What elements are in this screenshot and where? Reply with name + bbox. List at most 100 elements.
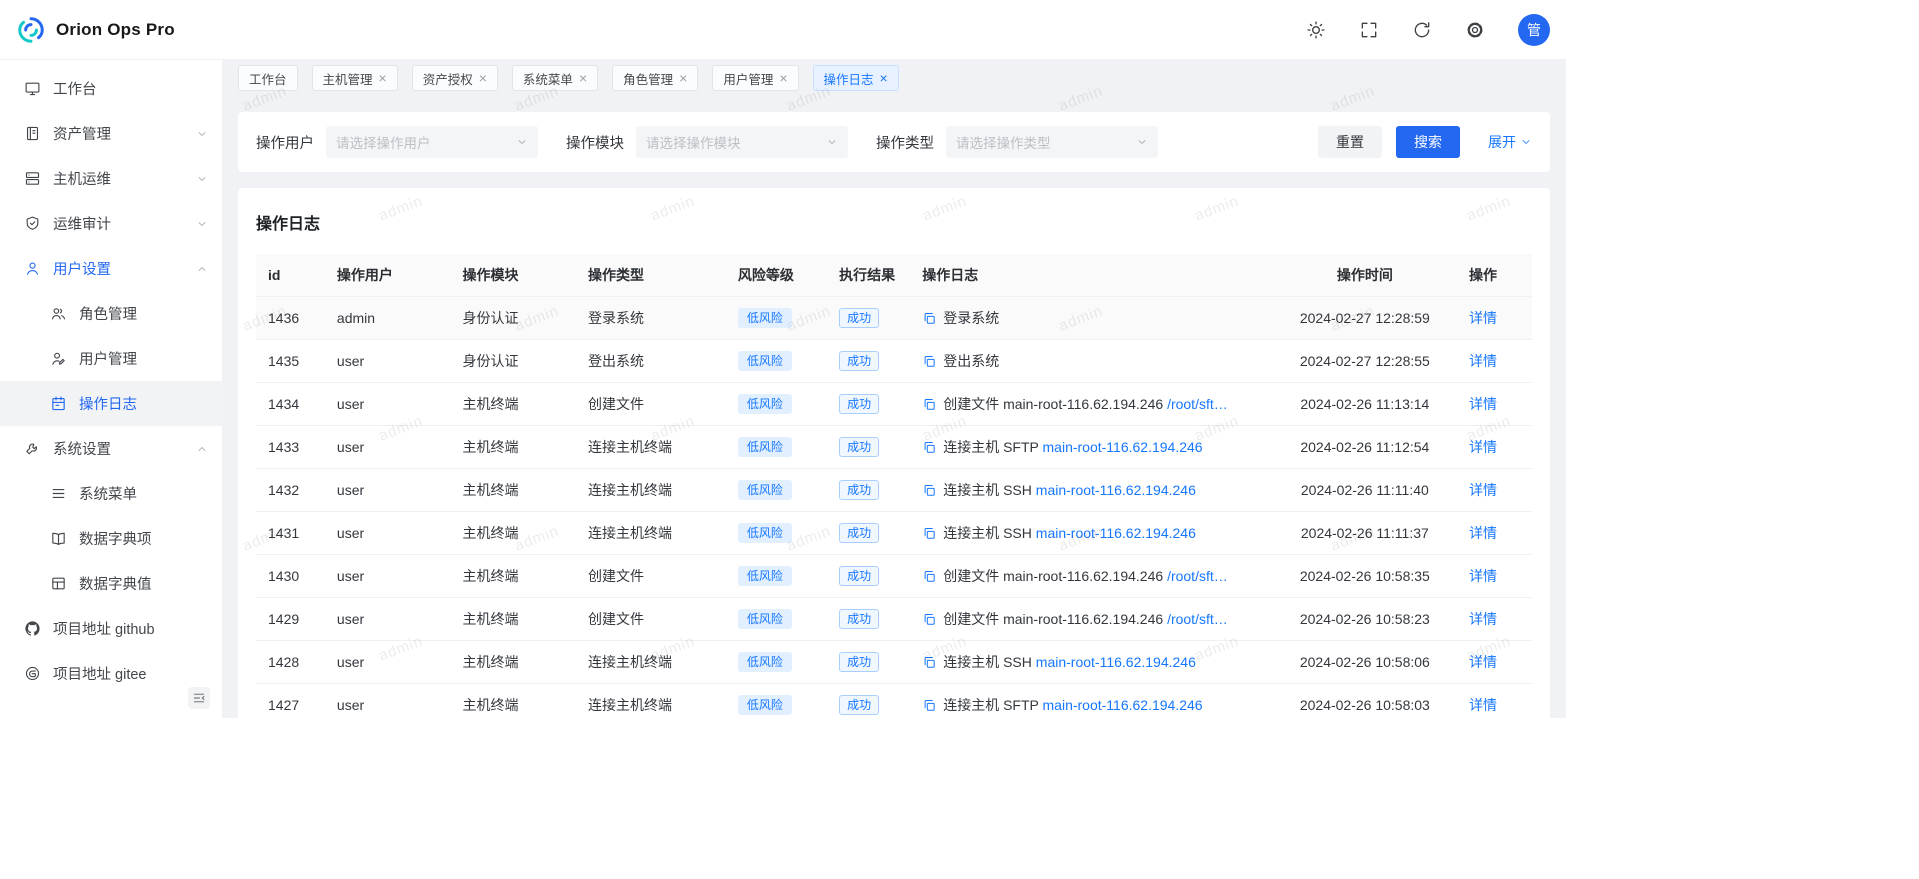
sidebar-item-system-settings[interactable]: 系统设置 — [0, 426, 222, 471]
main-content: 工作台 主机管理 资产授权 系统菜单 角色管理 用户管理 操作日志 操 — [222, 60, 1566, 718]
search-button[interactable]: 搜索 — [1396, 126, 1460, 158]
menu-lines-icon — [50, 485, 67, 502]
copy-icon[interactable] — [922, 354, 937, 369]
fullscreen-icon[interactable] — [1359, 20, 1379, 40]
detail-link[interactable]: 详情 — [1469, 310, 1497, 326]
table-header-row: id 操作用户 操作模块 操作类型 风险等级 执行结果 操作日志 操作时间 操作 — [256, 254, 1532, 297]
log-link[interactable]: /root/sft… — [1167, 611, 1228, 627]
cell-type: 连接主机终端 — [580, 684, 730, 719]
expand-toggle[interactable]: 展开 — [1488, 132, 1532, 152]
sidebar-item-role-management[interactable]: 角色管理 — [0, 291, 222, 336]
tab-system-menu[interactable]: 系统菜单 — [512, 65, 598, 91]
github-icon — [24, 620, 41, 637]
tab-role-management[interactable]: 角色管理 — [612, 65, 698, 91]
tab-workbench[interactable]: 工作台 — [238, 65, 298, 91]
cell-result: 成功 — [831, 383, 914, 426]
sidebar-item-asset-management[interactable]: 资产管理 — [0, 111, 222, 156]
risk-badge: 低风险 — [738, 523, 792, 543]
copy-icon[interactable] — [922, 526, 937, 541]
cell-log: 登出系统 — [914, 340, 1268, 383]
log-link[interactable]: main-root-116.62.194.246 — [1043, 697, 1203, 713]
cell-id: 1429 — [256, 598, 329, 641]
tab-close-icon[interactable] — [679, 71, 687, 86]
detail-link[interactable]: 详情 — [1469, 353, 1497, 369]
sidebar-item-operation-log[interactable]: 操作日志 — [0, 381, 222, 426]
refresh-icon[interactable] — [1412, 20, 1432, 40]
log-link[interactable]: /root/sft… — [1167, 568, 1228, 584]
tab-operation-log[interactable]: 操作日志 — [813, 65, 899, 91]
sidebar-item-label: 用户设置 — [53, 258, 111, 279]
header-actions: 管 — [1306, 14, 1550, 46]
workbench-icon — [24, 80, 41, 97]
tab-close-icon[interactable] — [779, 71, 787, 86]
filter-select-module[interactable]: 请选择操作模块 — [636, 126, 848, 158]
chevron-down-icon — [196, 128, 208, 140]
tab-label: 系统菜单 — [523, 69, 573, 88]
copy-icon[interactable] — [922, 569, 937, 584]
result-badge: 成功 — [839, 695, 879, 715]
cell-action: 详情 — [1461, 684, 1532, 719]
tab-host-management[interactable]: 主机管理 — [312, 65, 398, 91]
log-card: 操作日志 id 操作用户 操作模块 操作类型 风险等级 执行结果 操作日志 — [238, 188, 1550, 718]
detail-link[interactable]: 详情 — [1469, 525, 1497, 541]
sidebar-item-host-ops[interactable]: 主机运维 — [0, 156, 222, 201]
cell-action: 详情 — [1461, 340, 1532, 383]
detail-link[interactable]: 详情 — [1469, 611, 1497, 627]
filter-select-user[interactable]: 请选择操作用户 — [326, 126, 538, 158]
tab-asset-authorization[interactable]: 资产授权 — [412, 65, 498, 91]
sidebar-item-dict-value[interactable]: 数据字典值 — [0, 561, 222, 606]
filter-select-type[interactable]: 请选择操作类型 — [946, 126, 1158, 158]
detail-link[interactable]: 详情 — [1469, 654, 1497, 670]
copy-icon[interactable] — [922, 698, 937, 713]
chevron-down-icon — [826, 136, 838, 148]
settings-gear-icon[interactable] — [1465, 20, 1485, 40]
copy-icon[interactable] — [922, 655, 937, 670]
log-link[interactable]: /root/sft… — [1167, 396, 1228, 412]
cell-user: user — [329, 469, 455, 512]
tab-user-management[interactable]: 用户管理 — [712, 65, 798, 91]
log-text: 创建文件 main-root-116.62.194.246 — [943, 611, 1167, 627]
sidebar-item-dict-item[interactable]: 数据字典项 — [0, 516, 222, 561]
reset-button[interactable]: 重置 — [1318, 126, 1382, 158]
copy-icon[interactable] — [922, 483, 937, 498]
cell-user: user — [329, 383, 455, 426]
host-icon — [24, 170, 41, 187]
copy-icon[interactable] — [922, 311, 937, 326]
sidebar-item-label: 角色管理 — [79, 303, 137, 324]
tab-label: 用户管理 — [723, 69, 773, 88]
sidebar-item-label: 操作日志 — [79, 393, 137, 414]
cell-time: 2024-02-26 11:12:54 — [1269, 426, 1461, 469]
detail-link[interactable]: 详情 — [1469, 396, 1497, 412]
wrench-icon — [24, 440, 41, 457]
log-link[interactable]: main-root-116.62.194.246 — [1036, 482, 1196, 498]
sidebar-item-ops-audit[interactable]: 运维审计 — [0, 201, 222, 246]
risk-badge: 低风险 — [738, 437, 792, 457]
cell-id: 1431 — [256, 512, 329, 555]
chevron-down-icon — [516, 136, 528, 148]
sidebar-item-label: 数据字典项 — [79, 528, 152, 549]
cell-type: 创建文件 — [580, 555, 730, 598]
tab-close-icon[interactable] — [579, 71, 587, 86]
avatar[interactable]: 管 — [1518, 14, 1550, 46]
detail-link[interactable]: 详情 — [1469, 482, 1497, 498]
tab-close-icon[interactable] — [379, 71, 387, 86]
log-link[interactable]: main-root-116.62.194.246 — [1036, 525, 1196, 541]
tab-close-icon[interactable] — [880, 71, 888, 86]
copy-icon[interactable] — [922, 612, 937, 627]
log-link[interactable]: main-root-116.62.194.246 — [1036, 654, 1196, 670]
tab-close-icon[interactable] — [479, 71, 487, 86]
theme-sun-icon[interactable] — [1306, 20, 1326, 40]
copy-icon[interactable] — [922, 440, 937, 455]
sidebar-item-user-settings[interactable]: 用户设置 — [0, 246, 222, 291]
detail-link[interactable]: 详情 — [1469, 697, 1497, 713]
sidebar-collapse-button[interactable] — [188, 687, 210, 709]
copy-icon[interactable] — [922, 397, 937, 412]
log-link[interactable]: main-root-116.62.194.246 — [1043, 439, 1203, 455]
sidebar-item-system-menu[interactable]: 系统菜单 — [0, 471, 222, 516]
detail-link[interactable]: 详情 — [1469, 439, 1497, 455]
sidebar-item-workbench[interactable]: 工作台 — [0, 66, 222, 111]
sidebar-item-github-link[interactable]: 项目地址 github — [0, 606, 222, 651]
sidebar-item-user-management[interactable]: 用户管理 — [0, 336, 222, 381]
detail-link[interactable]: 详情 — [1469, 568, 1497, 584]
cell-risk: 低风险 — [730, 426, 831, 469]
